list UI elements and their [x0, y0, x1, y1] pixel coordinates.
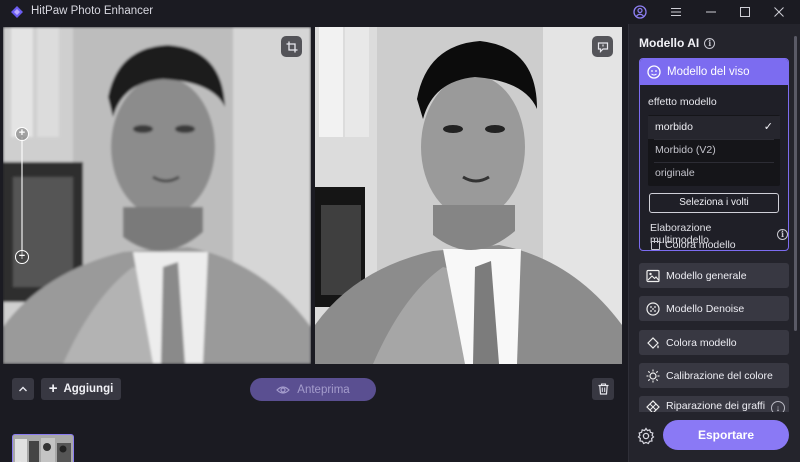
trash-icon — [598, 383, 608, 395]
app-window: HitPaw Photo Enhancer + − + Aggiungi Ant… — [0, 0, 800, 462]
account-icon — [633, 5, 647, 19]
option-morbido[interactable]: morbido ✓ — [648, 116, 780, 139]
model-label: Riparazione dei graffi — [666, 400, 766, 412]
export-button[interactable]: Esportare — [663, 420, 789, 450]
face-model-button[interactable]: Modello del viso — [640, 59, 788, 85]
minimize-button[interactable] — [701, 3, 721, 21]
checkbox-label: Colora modello — [665, 239, 736, 251]
effect-options: morbido ✓ Morbido (V2) originale — [648, 115, 780, 186]
bottom-toolbar: + Aggiungi Anteprima — [0, 364, 628, 462]
face-model-group: Modello del viso effetto modello morbido… — [639, 58, 789, 251]
face-icon — [647, 65, 661, 79]
enhanced-image-pane[interactable] — [315, 27, 622, 364]
menu-button[interactable] — [666, 3, 686, 21]
hitpaw-logo-icon — [11, 6, 23, 18]
model-label: Calibrazione del colore — [666, 369, 773, 382]
image-icon — [646, 269, 660, 282]
close-icon — [774, 7, 784, 17]
menu-icon — [671, 8, 681, 16]
denoise-model-button[interactable]: Modello Denoise — [639, 296, 789, 321]
chevron-up-icon — [19, 386, 27, 392]
denoise-icon — [646, 301, 660, 316]
select-faces-button[interactable]: Seleziona i volti — [649, 193, 779, 213]
collapse-thumbnails-button[interactable] — [12, 378, 34, 400]
color-model-checkbox[interactable]: Colora modello — [651, 239, 736, 251]
colorize-model-button[interactable]: Colora modello — [639, 330, 789, 355]
zoom-in-icon[interactable]: + — [15, 127, 29, 141]
model-label: Modello generale — [666, 269, 747, 282]
model-label: Colora modello — [666, 336, 737, 349]
feedback-icon — [597, 41, 608, 53]
model-label: Modello Denoise — [666, 302, 745, 315]
face-model-label: Modello del viso — [667, 66, 750, 78]
ai-model-panel: Modello AI i Modello del viso effetto mo… — [628, 24, 800, 462]
general-model-button[interactable]: Modello generale — [639, 263, 789, 288]
info-icon[interactable]: i — [704, 37, 716, 49]
option-label: Morbido (V2) — [655, 144, 716, 156]
original-image-pane[interactable]: + − — [3, 27, 311, 364]
plus-icon: + — [48, 380, 58, 397]
preview-button-label: Anteprima — [297, 383, 350, 396]
checkmark-icon: ✓ — [763, 121, 773, 133]
panel-heading: Modello AI i — [639, 36, 716, 50]
option-label: originale — [655, 167, 695, 179]
add-button-label: Aggiungi — [63, 383, 114, 395]
gear-icon[interactable] — [637, 427, 655, 445]
thumbnail-photo — [13, 435, 73, 462]
title-bar: HitPaw Photo Enhancer — [0, 0, 800, 24]
add-button[interactable]: + Aggiungi — [41, 378, 121, 400]
account-button[interactable] — [630, 3, 650, 21]
panel-footer: Esportare — [629, 412, 800, 462]
effect-label: effetto modello — [648, 96, 717, 108]
option-morbido-v2[interactable]: Morbido (V2) — [648, 139, 780, 162]
option-label: morbido — [655, 121, 693, 133]
crop-icon — [286, 41, 297, 52]
panel-title: Modello AI — [639, 36, 700, 50]
maximize-icon — [740, 7, 750, 17]
color-calibration-button[interactable]: Calibrazione del colore — [639, 363, 789, 388]
close-button[interactable] — [769, 3, 789, 21]
panel-scrollbar[interactable] — [794, 36, 797, 331]
zoom-slider-track[interactable] — [21, 137, 23, 259]
app-title: HitPaw Photo Enhancer — [31, 5, 154, 17]
delete-button[interactable] — [592, 378, 614, 400]
workspace: + − + Aggiungi Anteprima — [0, 24, 628, 462]
eye-icon — [276, 385, 291, 394]
maximize-button[interactable] — [735, 3, 755, 21]
enhanced-photo — [315, 27, 622, 364]
image-thumbnail[interactable] — [12, 434, 74, 462]
minimize-icon — [706, 11, 716, 13]
zoom-out-icon[interactable]: − — [15, 250, 29, 264]
feedback-button[interactable] — [592, 36, 613, 57]
checkbox-box[interactable] — [651, 240, 660, 250]
crop-button[interactable] — [281, 36, 302, 57]
sun-icon — [646, 369, 660, 382]
original-photo — [3, 27, 311, 364]
option-originale[interactable]: originale — [648, 162, 780, 185]
scratch-repair-button[interactable]: Riparazione dei graffi ↓ — [639, 396, 789, 415]
preview-button[interactable]: Anteprima — [250, 378, 376, 401]
paint-bucket-icon — [647, 336, 659, 349]
info-icon[interactable]: i — [777, 228, 788, 240]
